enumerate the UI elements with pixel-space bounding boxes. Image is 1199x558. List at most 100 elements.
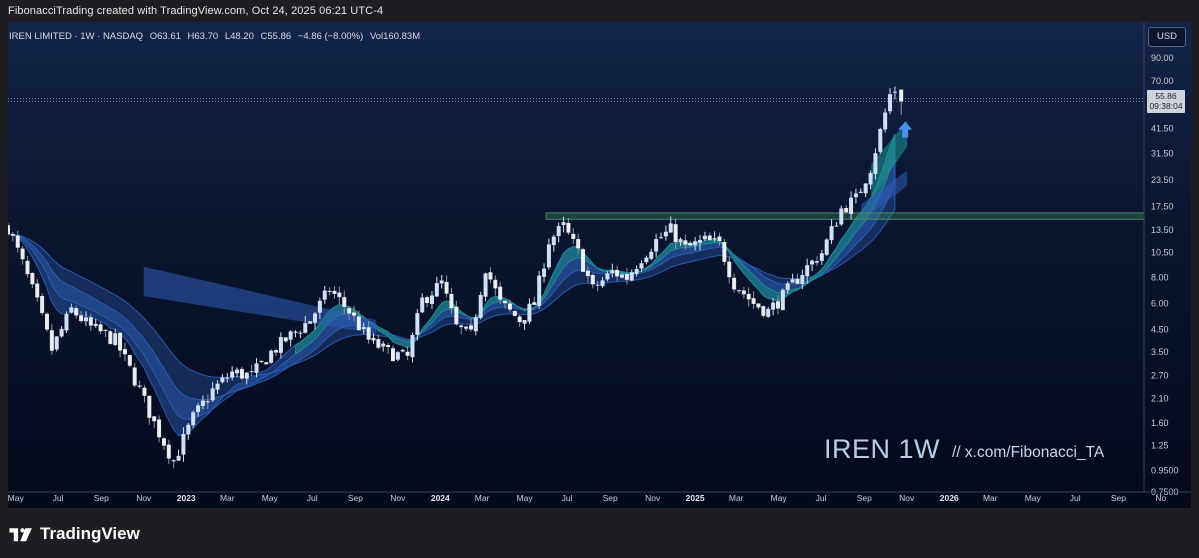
time-tick-label: Sep (348, 493, 363, 503)
candle-body (829, 226, 834, 241)
candle-body (746, 293, 751, 300)
candle-body (873, 153, 878, 174)
candle-body (220, 377, 225, 383)
candle-body (64, 313, 69, 331)
candle-body (171, 460, 176, 462)
candle-body (654, 239, 659, 252)
chart-area[interactable]: 90.00 70.00 41.50 31.50 23.50 17.50 13.50 10.50… (8, 22, 1191, 508)
candle (624, 267, 629, 285)
candle (571, 227, 576, 244)
candle-body (152, 416, 157, 422)
candle-body (693, 241, 698, 246)
candle (566, 217, 571, 236)
candle-body (444, 281, 449, 294)
time-tick-label: May (771, 493, 788, 503)
candle-body (337, 292, 342, 298)
candle-body (785, 283, 790, 290)
candle-body (634, 269, 639, 274)
projected-band (143, 266, 377, 334)
candle (824, 238, 829, 257)
candle-body (663, 231, 668, 237)
candle (147, 395, 152, 425)
candle-body (551, 236, 556, 246)
candle (780, 288, 785, 311)
candle-body (161, 438, 166, 446)
candle-body (83, 317, 88, 322)
candle-body (537, 275, 542, 306)
candle (649, 248, 654, 261)
candle (8, 223, 10, 236)
candle (64, 311, 69, 333)
candle-body (688, 242, 693, 246)
candle (688, 240, 693, 246)
price-tick-label: 1.25 (1151, 440, 1169, 450)
tradingview-logo-icon (9, 528, 32, 542)
watermark-ticker: IREN 1W (824, 434, 941, 464)
candle (654, 233, 659, 258)
candle-body (649, 251, 654, 259)
candle (327, 287, 332, 296)
candle-body (35, 283, 40, 298)
candle (888, 88, 893, 115)
candle-body (351, 312, 356, 316)
candle-body (181, 434, 186, 455)
candle (132, 363, 137, 388)
candle-body (420, 297, 425, 313)
candle-body (93, 323, 98, 326)
time-tick-label: May (517, 493, 534, 503)
candle-body (376, 339, 381, 348)
candle (727, 256, 732, 284)
time-tick-label: Mar (220, 493, 235, 503)
price-tick-label: 6.00 (1151, 298, 1169, 308)
candle (532, 296, 537, 305)
candle-body (585, 270, 590, 277)
candle (493, 275, 498, 296)
high-value: H63.70 (187, 31, 219, 42)
candle-body (878, 129, 883, 152)
time-tick-label: 2025 (686, 493, 705, 503)
candle-body (30, 273, 35, 285)
time-tick-label: 2023 (177, 493, 196, 503)
time-tick-label: Mar (729, 493, 744, 503)
candle-body (142, 387, 147, 396)
time-tick-label: 2024 (431, 493, 450, 503)
candle (464, 326, 469, 331)
low-value: L48.20 (224, 31, 254, 42)
candle (537, 271, 542, 310)
candle-body (293, 331, 298, 333)
symbol-title[interactable]: IREN LIMITED · 1W · NASDAQ (9, 31, 143, 42)
currency-button[interactable]: USD (1148, 27, 1186, 47)
candle (405, 346, 410, 361)
candle (44, 312, 49, 332)
time-axis: May Jul Sep Nov 2023 Mar May Jul Sep Nov 2024 Mar Ma… (8, 491, 1191, 503)
candle-body (322, 290, 327, 300)
candle (644, 255, 649, 265)
candle-body (775, 301, 780, 309)
candle (883, 108, 888, 133)
candle-body (780, 289, 785, 311)
candle-body (722, 241, 727, 262)
candle-body (186, 424, 191, 435)
candle-body (239, 368, 244, 379)
candle-body (371, 337, 376, 341)
candle (878, 127, 883, 154)
candle-body (727, 261, 732, 278)
candle (10, 231, 15, 242)
candle-body (49, 330, 54, 351)
candle (122, 342, 127, 362)
price-chart[interactable]: 90.00 70.00 41.50 31.50 23.50 17.50 13.50 10.50… (8, 22, 1191, 508)
candle-body (20, 248, 25, 260)
candle-body (673, 224, 678, 243)
candle (756, 303, 761, 310)
candle-body (410, 334, 415, 358)
tradingview-brand[interactable]: TradingView (8, 523, 140, 545)
candle (186, 423, 191, 440)
candle-body (98, 324, 103, 332)
candle-body (59, 328, 64, 337)
time-tick-label: Mar (983, 493, 998, 503)
candle (337, 286, 342, 305)
candle-body (522, 320, 527, 324)
candle-body (464, 326, 469, 329)
candle (488, 267, 493, 284)
candle-body (235, 369, 240, 374)
